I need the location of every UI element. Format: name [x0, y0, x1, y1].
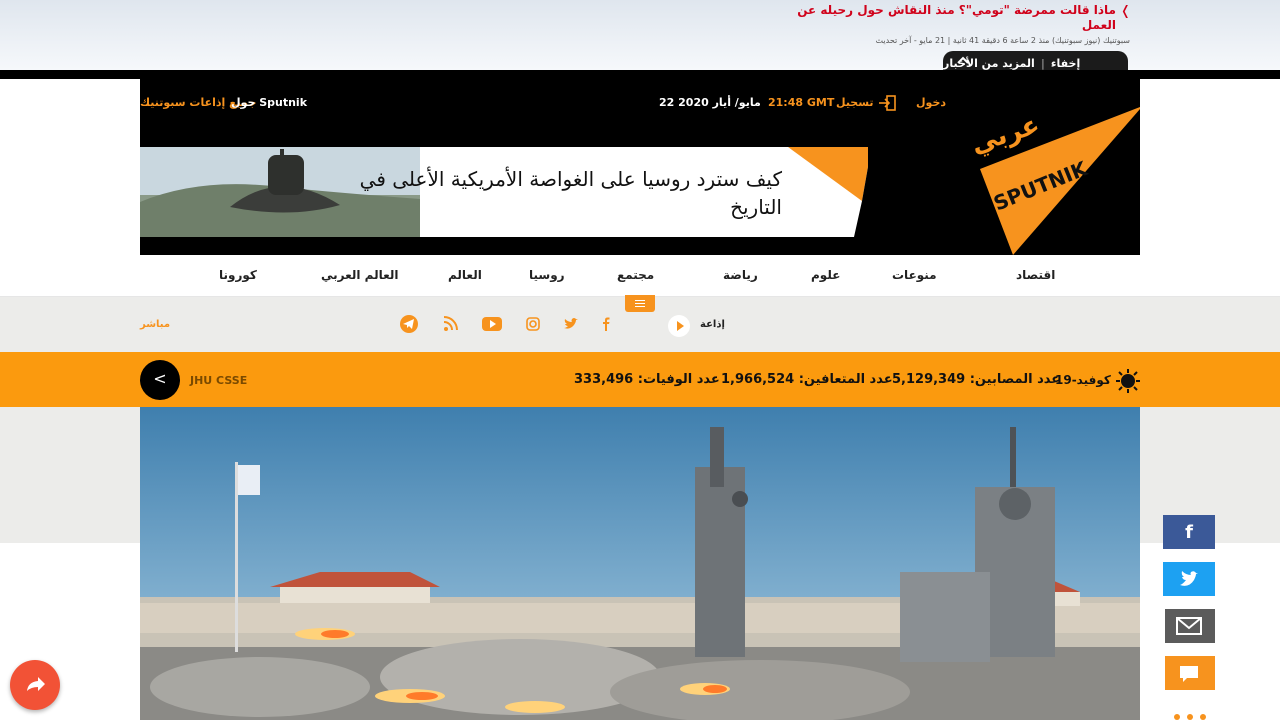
nav-item[interactable]: مجتمع	[617, 268, 654, 282]
svg-text:f: f	[1185, 522, 1193, 543]
nav-item[interactable]: كورونا	[219, 268, 257, 282]
radio-label[interactable]: إذاعة	[700, 319, 725, 330]
site-header: جميع إذاعات سبوتنيك حول Sputnik 22 مايو/…	[140, 79, 1140, 255]
recovered-label: عدد المتعافين:	[798, 372, 893, 387]
email-share-button[interactable]	[1163, 609, 1215, 643]
play-icon	[677, 321, 684, 331]
covid-recovered: عدد المتعافين: 1,966,524	[721, 372, 893, 387]
nav-item[interactable]: منوعات	[892, 268, 937, 282]
ticker-divider: |	[1040, 56, 1045, 70]
ticker-meta: سبوتنيك (نيوز سبوتنيك) منذ 2 ساعة 6 دقيق…	[875, 36, 1130, 45]
confirmed-label: عدد المصابين:	[969, 372, 1061, 387]
facebook-icon[interactable]	[595, 314, 617, 334]
nav-item[interactable]: روسيا	[529, 268, 565, 282]
youtube-icon[interactable]	[481, 314, 503, 334]
date-label: 22 مايو/ أيار 2020	[659, 96, 761, 109]
deaths-label: عدد الوفيات:	[637, 372, 720, 387]
nav-item[interactable]: العالم العربي	[321, 268, 399, 282]
telegram-icon[interactable]	[398, 314, 420, 334]
time-label: 21:48 GMT	[768, 96, 835, 109]
confirmed-value: 5,129,349	[892, 372, 966, 387]
banner-headline[interactable]: كيف سترد روسيا على الغواصة الأمريكية الأ…	[342, 165, 782, 221]
twitter-icon[interactable]	[560, 314, 582, 334]
main-nav: كورونا العالم العربي العالم روسيا مجتمع …	[0, 255, 1280, 297]
header-strip	[0, 70, 1280, 79]
ticker-arrow-icon[interactable]: ❬	[1120, 4, 1131, 19]
covid-stats-bar: < JHU CSSE عدد الوفيات: 333,496 عدد المت…	[0, 352, 1280, 407]
deaths-value: 333,496	[574, 372, 634, 387]
chevron-left-icon[interactable]: <	[140, 360, 180, 400]
header-toolbar: جميع إذاعات سبوتنيك حول Sputnik 22 مايو/…	[140, 79, 946, 127]
ticker-headline[interactable]: ماذا قالت ممرضة "تومي"؟ منذ النقاش حول ر…	[796, 3, 1116, 33]
share-fab-button[interactable]	[10, 660, 60, 710]
nav-item[interactable]: علوم	[811, 268, 840, 282]
sputnik-logo[interactable]: عربي SPUTNIK	[965, 97, 1140, 255]
nav-item[interactable]: اقتصاد	[1016, 268, 1055, 282]
rss-icon[interactable]	[440, 314, 462, 334]
radio-play-button[interactable]	[668, 315, 690, 337]
login-link[interactable]: دخول	[916, 96, 946, 109]
nav-item[interactable]: رياضة	[723, 268, 758, 282]
twitter-share-button[interactable]	[1163, 562, 1215, 596]
share-arrow-icon	[27, 677, 45, 691]
covid-deaths: عدد الوفيات: 333,496	[574, 372, 720, 387]
login-icon[interactable]	[878, 95, 896, 111]
facebook-share-button[interactable]: f	[1163, 515, 1215, 549]
covid-confirmed: عدد المصابين: 5,129,349	[892, 372, 1060, 387]
nav-item[interactable]: العالم	[448, 268, 482, 282]
recovered-value: 1,966,524	[721, 372, 795, 387]
register-link[interactable]: تسجيل	[836, 96, 874, 109]
hide-button[interactable]: إخفاء	[1051, 57, 1080, 70]
live-link[interactable]: مباشر	[140, 319, 170, 330]
virus-icon	[1116, 369, 1140, 393]
covid-source[interactable]: JHU CSSE	[190, 374, 247, 387]
comment-button[interactable]	[1163, 656, 1215, 690]
top-news-ticker: ماذا قالت ممرضة "تومي"؟ منذ النقاش حول ر…	[0, 0, 1280, 75]
banner-corner-shape	[788, 147, 868, 237]
instagram-icon[interactable]	[522, 314, 544, 334]
more-share-icon[interactable]	[1172, 712, 1208, 720]
covid-title[interactable]: كوفيد-19	[1055, 373, 1111, 387]
article-hero-image[interactable]	[140, 407, 1140, 720]
promo-banner[interactable]: كيف سترد روسيا على الغواصة الأمريكية الأ…	[140, 147, 868, 237]
menu-toggle-button[interactable]	[625, 295, 655, 312]
about-link[interactable]: حول Sputnik	[231, 96, 307, 109]
chevron-up-icon[interactable]	[957, 56, 969, 64]
